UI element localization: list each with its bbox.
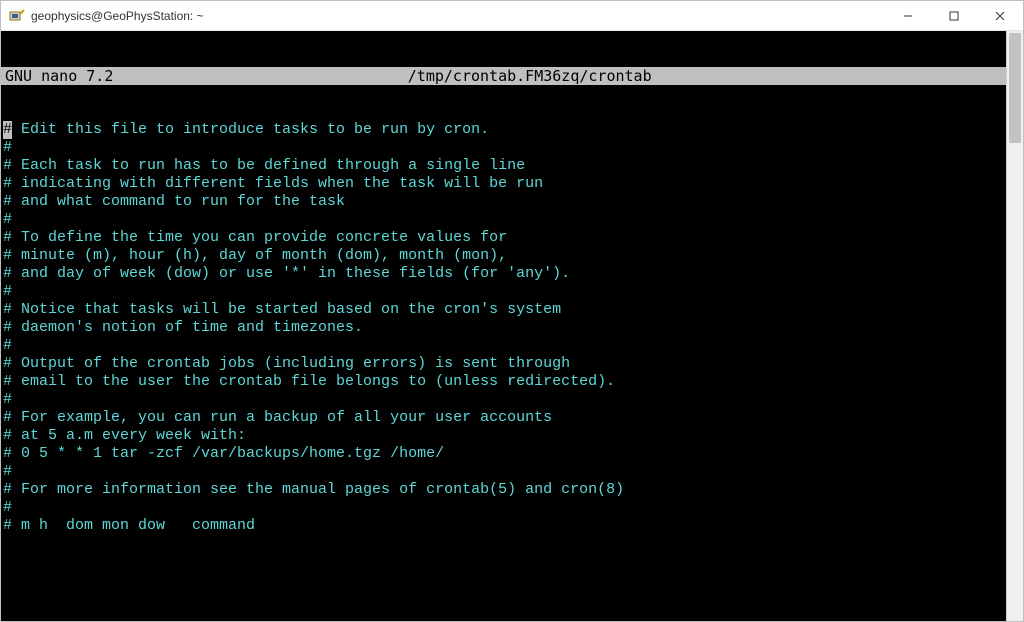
editor-line: # m h dom mon dow command	[3, 517, 1006, 535]
vertical-scrollbar[interactable]	[1006, 31, 1023, 621]
editor-line: #	[3, 211, 1006, 229]
putty-icon	[9, 8, 25, 24]
terminal[interactable]: GNU nano 7.2 /tmp/crontab.FM36zq/crontab…	[1, 31, 1006, 621]
editor-line: # and day of week (dow) or use '*' in th…	[3, 265, 1006, 283]
editor-line: #	[3, 337, 1006, 355]
editor-content[interactable]: # Edit this file to introduce tasks to b…	[1, 121, 1006, 535]
editor-line: # indicating with different fields when …	[3, 175, 1006, 193]
editor-line: # Each task to run has to be defined thr…	[3, 157, 1006, 175]
editor-line: #	[3, 139, 1006, 157]
app-window: geophysics@GeoPhysStation: ~ GNU nano 7.…	[0, 0, 1024, 622]
close-button[interactable]	[977, 1, 1023, 31]
editor-line: # email to the user the crontab file bel…	[3, 373, 1006, 391]
editor-line: # Output of the crontab jobs (including …	[3, 355, 1006, 373]
minimize-button[interactable]	[885, 1, 931, 31]
editor-line: # minute (m), hour (h), day of month (do…	[3, 247, 1006, 265]
editor-line: #	[3, 391, 1006, 409]
editor-line: # 0 5 * * 1 tar -zcf /var/backups/home.t…	[3, 445, 1006, 463]
editor-line: # Edit this file to introduce tasks to b…	[3, 121, 1006, 139]
editor-line: #	[3, 463, 1006, 481]
terminal-wrap: GNU nano 7.2 /tmp/crontab.FM36zq/crontab…	[1, 31, 1023, 621]
editor-line: # For example, you can run a backup of a…	[3, 409, 1006, 427]
nano-header: GNU nano 7.2 /tmp/crontab.FM36zq/crontab	[1, 67, 1006, 85]
editor-line: # Notice that tasks will be started base…	[3, 301, 1006, 319]
window-title: geophysics@GeoPhysStation: ~	[31, 9, 204, 23]
editor-line: # For more information see the manual pa…	[3, 481, 1006, 499]
nano-app-label: GNU nano 7.2	[1, 67, 113, 85]
editor-line: # To define the time you can provide con…	[3, 229, 1006, 247]
editor-line: # daemon's notion of time and timezones.	[3, 319, 1006, 337]
maximize-button[interactable]	[931, 1, 977, 31]
editor-line: # at 5 a.m every week with:	[3, 427, 1006, 445]
editor-line: # and what command to run for the task	[3, 193, 1006, 211]
titlebar[interactable]: geophysics@GeoPhysStation: ~	[1, 1, 1023, 31]
nano-filepath: /tmp/crontab.FM36zq/crontab	[113, 67, 946, 85]
scrollbar-thumb[interactable]	[1009, 33, 1021, 143]
editor-line: #	[3, 499, 1006, 517]
editor-line: #	[3, 283, 1006, 301]
cursor: #	[3, 121, 12, 139]
nano-shortcuts: ^GHelp^OWrite Out^WWhere Is^KCut^TExecut…	[1, 585, 1006, 621]
